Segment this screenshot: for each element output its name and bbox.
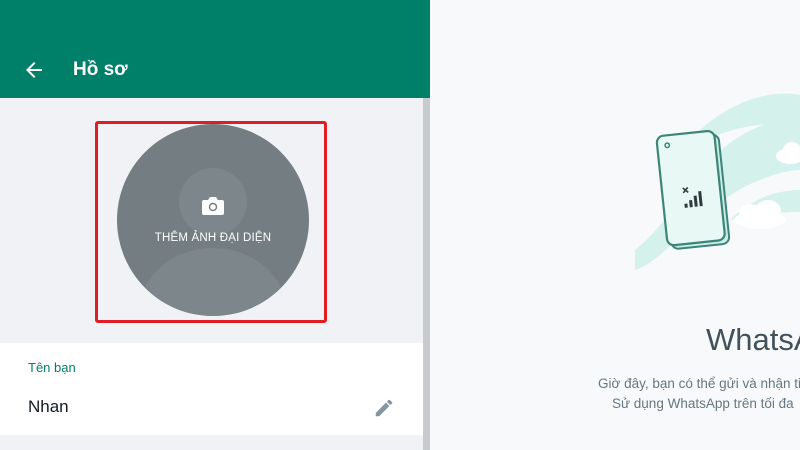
avatar-placeholder-body [139, 248, 287, 316]
name-section: Tên bạn Nhan [0, 343, 423, 435]
intro-title: WhatsA [706, 322, 800, 357]
camera-icon [202, 197, 224, 215]
intro-panel: WhatsA Giờ đây, bạn có thể gửi và nhận t… [430, 0, 800, 450]
intro-description-line2: Sử dụng WhatsApp trên tối đa [612, 396, 794, 411]
whatsapp-window: Hồ sơ THÊM ẢNH ĐẠI DIỆN Tên bạn Nhan Wha… [0, 0, 800, 450]
page-title: Hồ sơ [73, 59, 128, 80]
name-value: Nhan [28, 397, 69, 416]
panel-bottom [0, 435, 423, 450]
intro-description-line1: Giờ đây, bạn có thể gửi và nhận ti [598, 376, 800, 391]
phone-illustration [635, 93, 800, 270]
profile-header: Hồ sơ [0, 0, 430, 98]
name-label: Tên bạn [28, 360, 76, 375]
pencil-icon[interactable] [373, 397, 395, 419]
add-photo-label: THÊM ẢNH ĐẠI DIỆN [154, 232, 272, 244]
profile-panel: Hồ sơ THÊM ẢNH ĐẠI DIỆN Tên bạn Nhan [0, 0, 430, 450]
scrollbar[interactable] [423, 98, 430, 450]
arrow-left-icon[interactable] [22, 58, 46, 82]
avatar-add-photo-button[interactable]: THÊM ẢNH ĐẠI DIỆN [117, 124, 309, 316]
